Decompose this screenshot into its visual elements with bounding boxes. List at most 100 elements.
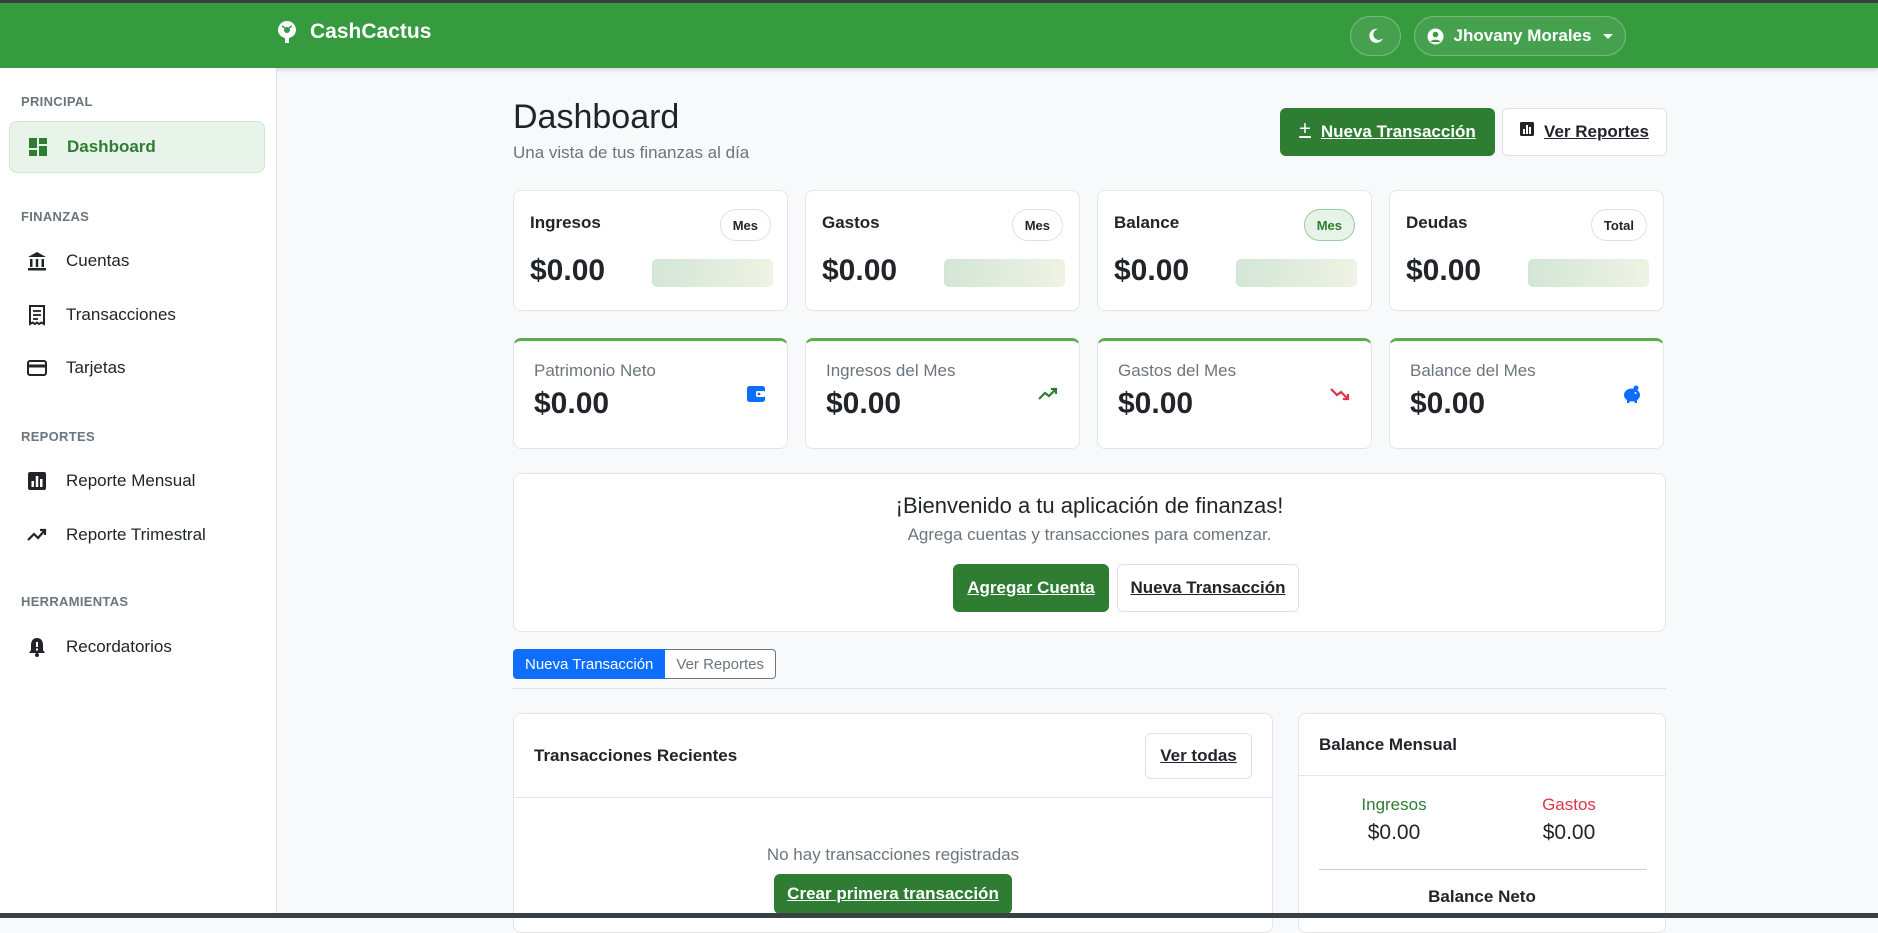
sidebar-section-principal: PRINCIPAL (21, 94, 93, 109)
income-column: Ingresos $0.00 (1319, 795, 1469, 845)
expense-value: $0.00 (1542, 821, 1596, 844)
stat-label: Gastos (822, 213, 880, 232)
summary-label: Balance del Mes (1410, 361, 1536, 380)
welcome-card: ¡Bienvenido a tu aplicación de finanzas!… (513, 473, 1666, 632)
plus-icon: + (1299, 117, 1311, 140)
welcome-title: ¡Bienvenido a tu aplicación de finanzas! (895, 493, 1284, 518)
add-account-button[interactable]: Agregar Cuenta (953, 564, 1109, 612)
expense-label: Gastos (1542, 795, 1596, 814)
piggy-bank-icon (1624, 385, 1640, 403)
bar-chart-icon (1520, 122, 1535, 136)
sidebar-item-dashboard[interactable]: Dashboard (9, 121, 265, 173)
income-label: Ingresos (1361, 795, 1427, 814)
welcome-new-transaction-button[interactable]: Nueva Transacción (1117, 564, 1299, 612)
stat-card-balance: Balance Mes $0.00 (1097, 190, 1372, 311)
period-badge[interactable]: Total (1590, 209, 1647, 241)
new-transaction-button[interactable]: + Nueva Transacción (1280, 108, 1495, 156)
period-badge[interactable]: Mes (1303, 209, 1355, 241)
stat-value: $0.00 (530, 254, 606, 287)
summary-card-gastos-mes: Gastos del Mes $0.00 (1097, 338, 1372, 449)
stat-value: $0.00 (1114, 254, 1190, 287)
dashboard-icon (29, 138, 47, 156)
brand[interactable]: CashCactus (276, 20, 431, 44)
theme-toggle-button[interactable] (1350, 16, 1401, 56)
sidebar-item-tarjetas[interactable]: Tarjetas (9, 342, 265, 394)
page-subtitle: Una vista de tus finanzas al día (513, 143, 750, 162)
expense-column: Gastos $0.00 (1494, 795, 1644, 845)
stat-card-deudas: Deudas Total $0.00 (1389, 190, 1664, 311)
wallet-icon (747, 386, 765, 402)
summary-value: $0.00 (1118, 387, 1194, 420)
quick-action-toggle: Nueva Transacción Ver Reportes (513, 649, 776, 679)
view-reports-label: Ver Reportes (1544, 122, 1649, 141)
divider (1319, 869, 1647, 870)
sparkline-placeholder (1236, 259, 1357, 287)
period-badge[interactable]: Mes (719, 209, 771, 241)
sidebar: PRINCIPAL Dashboard FINANZAS Cuentas Tra… (0, 68, 277, 918)
sidebar-item-reporte-mensual[interactable]: Reporte Mensual (9, 455, 265, 507)
brand-name: CashCactus (310, 20, 432, 43)
window-bottom-edge (0, 913, 1878, 918)
summary-value: $0.00 (1410, 387, 1486, 420)
period-badge[interactable]: Mes (1011, 209, 1063, 241)
bell-icon (29, 638, 45, 657)
pill-new-transaction[interactable]: Nueva Transacción (513, 649, 666, 679)
divider (513, 688, 1666, 689)
trending-up-icon (1038, 387, 1058, 400)
chevron-down-icon (1603, 33, 1614, 39)
new-transaction-label: Nueva Transacción (1320, 122, 1476, 141)
sidebar-item-label: Tarjetas (66, 358, 126, 377)
summary-label: Gastos del Mes (1118, 361, 1237, 380)
page-title: Dashboard (513, 98, 680, 136)
summary-label: Patrimonio Neto (534, 361, 656, 380)
sidebar-item-recordatorios[interactable]: Recordatorios (9, 621, 265, 673)
create-first-transaction-button[interactable]: Crear primera transacción (774, 874, 1012, 914)
stat-value: $0.00 (1406, 254, 1482, 287)
sidebar-item-label: Dashboard (67, 137, 156, 156)
user-menu-button[interactable]: Jhovany Morales (1414, 16, 1626, 56)
summary-label: Ingresos del Mes (826, 361, 956, 380)
recent-transactions-title: Transacciones Recientes (534, 746, 738, 765)
stat-label: Balance (1114, 213, 1180, 232)
summary-value: $0.00 (534, 387, 610, 420)
summary-card-patrimonio: Patrimonio Neto $0.00 (513, 338, 788, 449)
sidebar-item-label: Reporte Mensual (66, 471, 196, 490)
sidebar-item-label: Cuentas (66, 251, 130, 270)
recent-transactions-card: Transacciones Recientes Ver todas No hay… (513, 713, 1273, 933)
bank-icon (28, 252, 46, 271)
summary-card-balance-mes: Balance del Mes $0.00 (1389, 338, 1664, 449)
sidebar-item-cuentas[interactable]: Cuentas (9, 235, 265, 287)
monthly-balance-title: Balance Mensual (1319, 735, 1457, 754)
sidebar-item-reporte-trimestral[interactable]: Reporte Trimestral (9, 509, 265, 561)
main-content: Dashboard Una vista de tus finanzas al d… (277, 68, 1878, 933)
user-name: Jhovany Morales (1453, 26, 1592, 45)
sidebar-section-finanzas: FINANZAS (21, 209, 90, 224)
welcome-subtitle: Agrega cuentas y transacciones para come… (907, 525, 1272, 544)
summary-value: $0.00 (826, 387, 902, 420)
stat-label: Deudas (1406, 213, 1468, 232)
bar-chart-icon (28, 472, 46, 490)
sparkline-placeholder (944, 259, 1065, 287)
user-circle-icon (1427, 28, 1444, 44)
monthly-balance-card: Balance Mensual Ingresos $0.00 Gastos $0… (1298, 713, 1666, 933)
stat-value: $0.00 (822, 254, 898, 287)
stat-card-gastos: Gastos Mes $0.00 (805, 190, 1080, 311)
sparkline-placeholder (1528, 259, 1649, 287)
top-navbar: CashCactus Jhovany Morales (0, 0, 1878, 68)
empty-state-text: No hay transacciones registradas (766, 845, 1020, 864)
trending-down-icon (1330, 388, 1350, 401)
view-reports-button[interactable]: Ver Reportes (1502, 108, 1667, 156)
view-all-button[interactable]: Ver todas (1145, 733, 1252, 779)
sidebar-item-transacciones[interactable]: Transacciones (9, 289, 265, 341)
sidebar-section-reportes: REPORTES (21, 429, 95, 444)
trending-up-icon (27, 528, 47, 541)
sparkline-placeholder (652, 259, 773, 287)
summary-card-ingresos-mes: Ingresos del Mes $0.00 (805, 338, 1080, 449)
cactus-logo-icon (278, 21, 296, 43)
pill-view-reports[interactable]: Ver Reportes (665, 649, 776, 679)
card-header: Transacciones Recientes Ver todas (514, 714, 1272, 798)
income-value: $0.00 (1367, 821, 1421, 844)
credit-card-icon (27, 360, 47, 376)
net-balance-label: Balance Neto (1428, 887, 1536, 906)
sidebar-section-herramientas: HERRAMIENTAS (21, 594, 129, 609)
